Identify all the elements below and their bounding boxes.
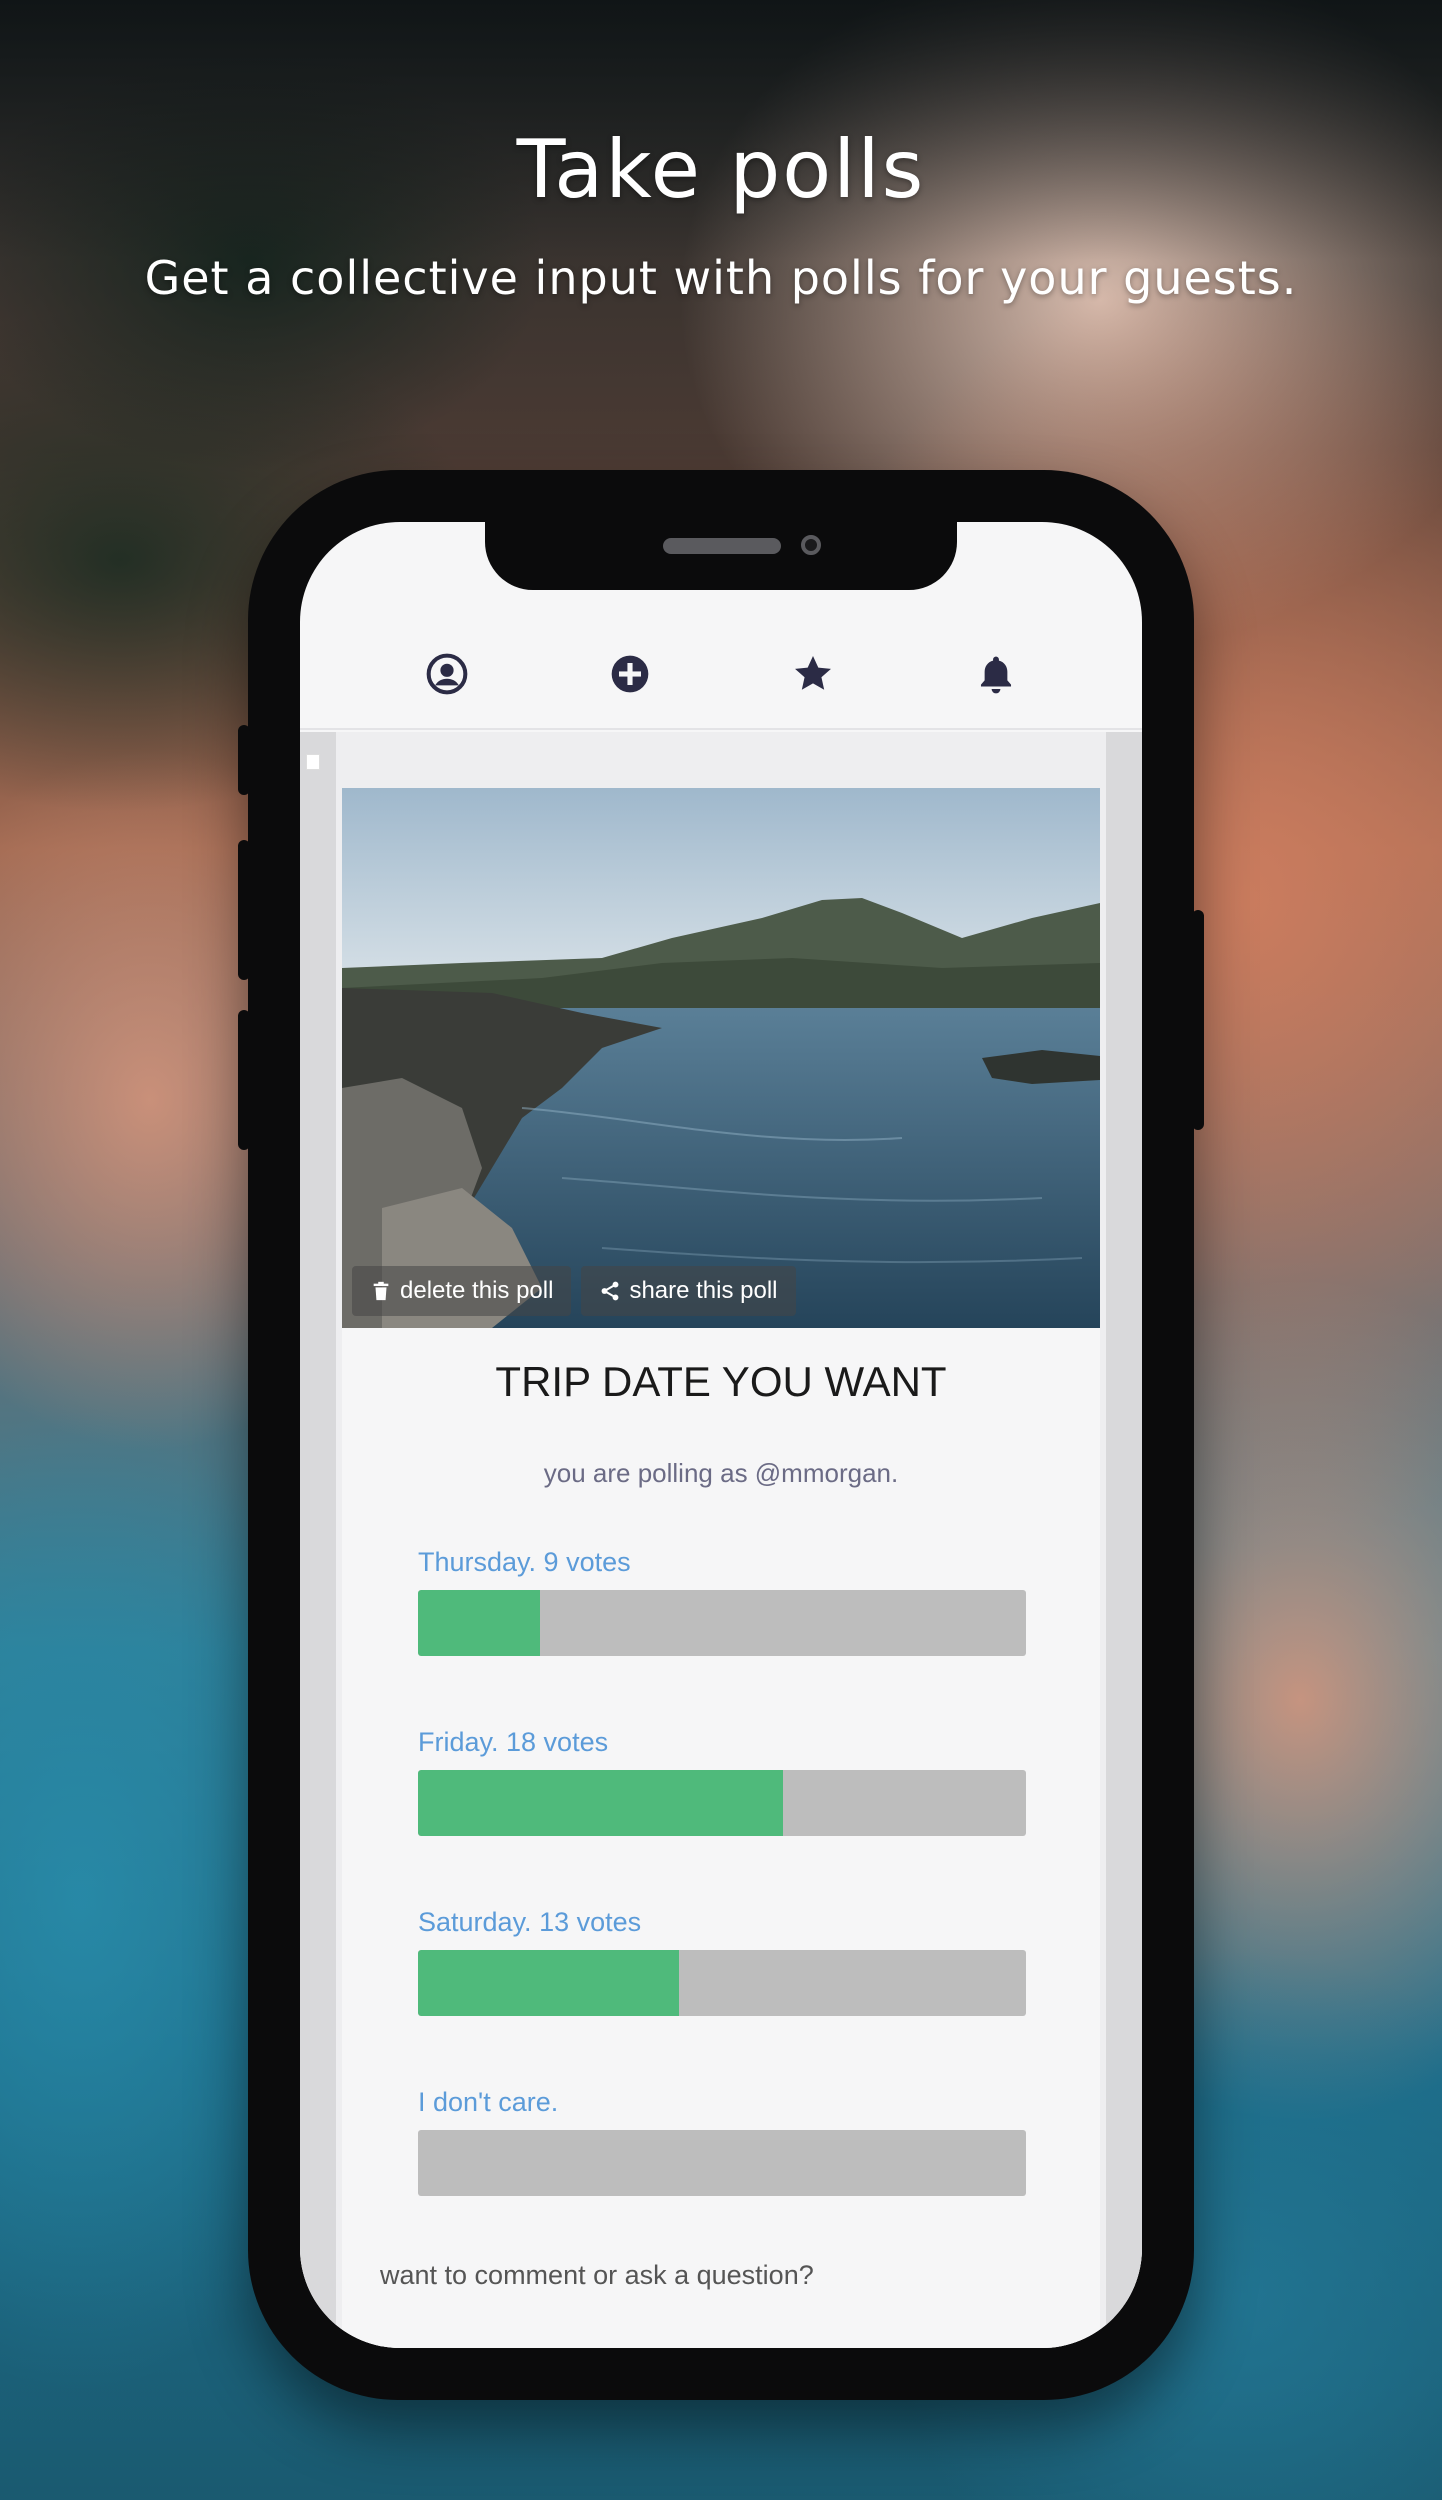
- poll-option-bar[interactable]: [418, 2130, 1026, 2196]
- poll-option-bar[interactable]: [418, 1770, 1026, 1836]
- poll-option-label[interactable]: Thursday. 9 votes: [418, 1542, 1026, 1582]
- tiny-tag: [306, 754, 320, 770]
- star-icon: [794, 656, 831, 690]
- poll-option-label[interactable]: Friday. 18 votes: [418, 1722, 1026, 1762]
- tab-create[interactable]: [600, 644, 660, 704]
- tab-notifications[interactable]: [966, 644, 1026, 704]
- speaker: [663, 538, 781, 554]
- poll-option-bar-fill: [418, 1590, 540, 1656]
- poll-option-label[interactable]: Saturday. 13 votes: [418, 1902, 1026, 1942]
- tab-favorites[interactable]: [783, 644, 843, 704]
- poll-cover-photo: delete this poll share this poll: [342, 788, 1100, 1328]
- poll-option-bar-fill: [418, 1950, 680, 2016]
- delete-poll-button[interactable]: delete this poll: [352, 1266, 572, 1316]
- phone-mute-switch: [238, 725, 250, 795]
- headline-subtitle: Get a collective input with polls for yo…: [144, 251, 1298, 305]
- phone-volume-down: [238, 1010, 250, 1150]
- headline-title: Take polls: [516, 123, 926, 216]
- poll-subtitle: you are polling as @mmorgan.: [543, 1458, 899, 1488]
- tab-profile[interactable]: [417, 644, 477, 704]
- share-poll-label: share this poll: [629, 1277, 778, 1304]
- tab-bar: [300, 620, 1142, 730]
- trash-icon: [373, 1281, 389, 1301]
- phone-screen: delete this poll share this poll TRIP DA…: [300, 522, 1142, 2348]
- user-circle-icon: [426, 653, 467, 695]
- poll-option[interactable]: Thursday. 9 votes: [418, 1542, 1026, 1656]
- poll-title: TRIP DATE YOU WANT: [495, 1358, 947, 1405]
- poll-actions: delete this poll share this poll: [352, 1266, 796, 1316]
- poll-option[interactable]: Saturday. 13 votes: [418, 1902, 1026, 2016]
- phone-frame: delete this poll share this poll TRIP DA…: [238, 470, 1204, 2400]
- poll-option-bar[interactable]: [418, 1950, 1026, 2016]
- share-poll-button[interactable]: share this poll: [581, 1266, 796, 1316]
- poll-option-bar-fill: [418, 1770, 783, 1836]
- plus-circle-icon: [611, 655, 648, 693]
- comment-prompt-link[interactable]: want to comment or ask a question?: [380, 2260, 814, 2291]
- delete-poll-label: delete this poll: [400, 1277, 554, 1304]
- poll-option-label[interactable]: I don't care.: [418, 2082, 1026, 2122]
- front-camera: [801, 535, 821, 555]
- poll-content: delete this poll share this poll TRIP DA…: [300, 732, 1142, 2348]
- phone-volume-up: [238, 840, 250, 980]
- phone-power-button: [1192, 910, 1204, 1130]
- poll-option[interactable]: I don't care.: [418, 2082, 1026, 2196]
- phone-notch: [485, 522, 957, 590]
- poll-option[interactable]: Friday. 18 votes: [418, 1722, 1026, 1836]
- poll-option-bar[interactable]: [418, 1590, 1026, 1656]
- poll-card: delete this poll share this poll TRIP DA…: [342, 788, 1100, 2348]
- bell-icon: [980, 656, 1011, 694]
- share-icon: [602, 1281, 619, 1301]
- headline: Take polls Get a collective input with p…: [0, 120, 1442, 308]
